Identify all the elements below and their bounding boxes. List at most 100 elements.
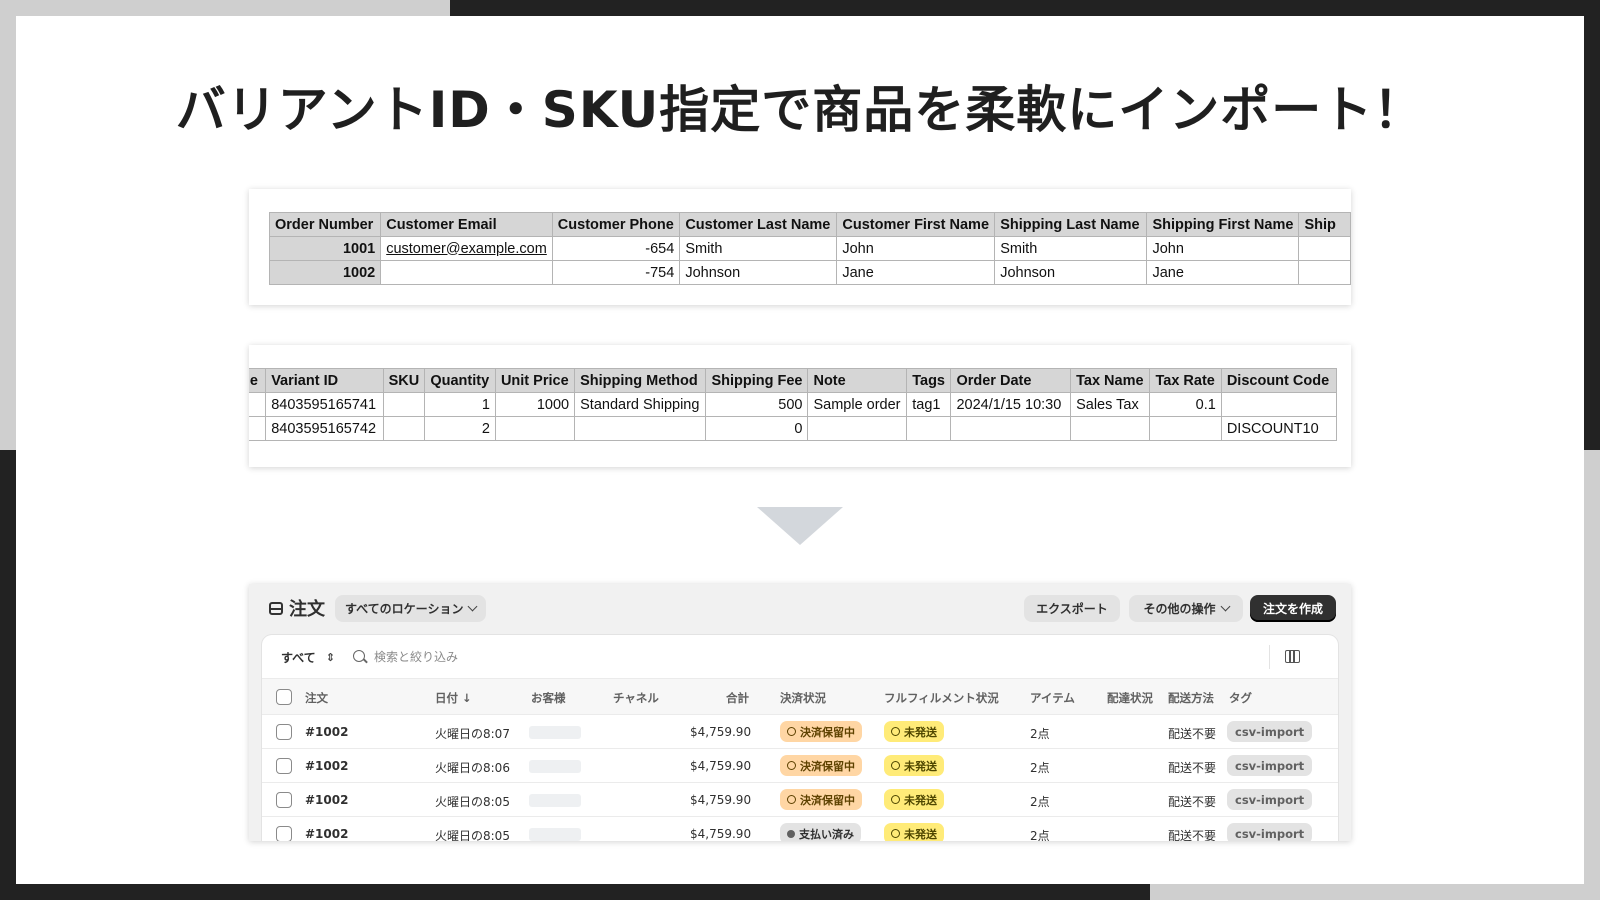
- header-cell[interactable]: Customer Email: [380, 212, 553, 237]
- decor-frame-top-left: [0, 0, 450, 16]
- column-order[interactable]: 注文: [305, 690, 328, 706]
- table-cell[interactable]: [249, 392, 267, 417]
- cell-customer-phone[interactable]: -754: [551, 260, 681, 285]
- header-cell[interactable]: Tax Rate: [1149, 368, 1222, 393]
- header-cell[interactable]: Customer Last Name: [679, 212, 838, 237]
- column-tags[interactable]: タグ: [1229, 690, 1252, 706]
- cell-tax-name[interactable]: [1070, 416, 1151, 441]
- cell-order-date[interactable]: [950, 416, 1072, 441]
- cell-customer-first-name[interactable]: John: [836, 236, 996, 261]
- cell-variant-id[interactable]: 8403595165741: [265, 392, 384, 417]
- header-cell[interactable]: Order Number: [268, 212, 382, 237]
- cell-shipping-first-name[interactable]: Jane: [1146, 260, 1300, 285]
- cell-customer-email[interactable]: [380, 260, 553, 285]
- cell-customer-phone[interactable]: -654: [551, 236, 681, 261]
- column-delivery-method[interactable]: 配送方法: [1168, 690, 1214, 706]
- column-fulfillment-status[interactable]: フルフィルメント状況: [884, 690, 999, 706]
- select-all-checkbox[interactable]: [276, 689, 292, 705]
- order-id[interactable]: #1002: [305, 793, 348, 807]
- cell-tax-rate[interactable]: 0.1: [1149, 392, 1222, 417]
- header-cell[interactable]: Unit Price: [494, 368, 576, 393]
- cell-shipping-method[interactable]: Standard Shipping: [574, 392, 707, 417]
- header-cell[interactable]: Tax Name: [1070, 368, 1151, 393]
- header-cell[interactable]: Order Date: [950, 368, 1072, 393]
- order-id[interactable]: #1002: [305, 759, 348, 773]
- cell-unit-price[interactable]: 1000: [494, 392, 576, 417]
- cell-sku[interactable]: [382, 392, 426, 417]
- cell-customer-first-name[interactable]: Jane: [836, 260, 996, 285]
- cell-order-date[interactable]: 2024/1/15 10:30: [950, 392, 1072, 417]
- export-button[interactable]: エクスポート: [1024, 595, 1120, 622]
- order-date: 火曜日の8:05: [435, 795, 510, 809]
- header-cell[interactable]: Tags: [906, 368, 952, 393]
- header-cell[interactable]: Ship: [1298, 212, 1351, 237]
- header-cell[interactable]: Customer First Name: [836, 212, 996, 237]
- cell-shipping-last-name[interactable]: Johnson: [994, 260, 1148, 285]
- table-row[interactable]: #1002 火曜日の8:05 $4,759.90 支払い済み 未発送 2点 配送…: [262, 817, 1338, 841]
- cell-tags[interactable]: [906, 416, 952, 441]
- header-cell[interactable]: SKU: [382, 368, 426, 393]
- fulfillment-status-badge: 未発送: [884, 721, 944, 742]
- column-date[interactable]: 日付 ↓: [435, 690, 472, 706]
- header-cell[interactable]: Shipping Last Name: [994, 212, 1148, 237]
- header-cell[interactable]: Quantity: [424, 368, 496, 393]
- cell-variant-id[interactable]: 8403595165742: [265, 416, 384, 441]
- cell-discount-code[interactable]: DISCOUNT10: [1220, 416, 1338, 441]
- order-id[interactable]: #1002: [305, 827, 348, 841]
- table-row[interactable]: #1002 火曜日の8:07 $4,759.90 決済保留中 未発送 2点 配送…: [262, 715, 1338, 749]
- cell-sku[interactable]: [382, 416, 426, 441]
- cell-order-number[interactable]: 1001: [268, 236, 382, 261]
- columns-view-icon[interactable]: [1285, 650, 1300, 663]
- cell-quantity[interactable]: 1: [424, 392, 496, 417]
- table-row[interactable]: #1002 火曜日の8:05 $4,759.90 決済保留中 未発送 2点 配送…: [262, 783, 1338, 817]
- cell-unit-price[interactable]: [494, 416, 576, 441]
- cell-note[interactable]: Sample order: [807, 392, 908, 417]
- cell-ship[interactable]: [1298, 236, 1351, 261]
- row-checkbox[interactable]: [276, 792, 292, 808]
- cell-discount-code[interactable]: [1220, 392, 1338, 417]
- cell-shipping-last-name[interactable]: Smith: [994, 236, 1148, 261]
- column-delivery-status[interactable]: 配達状況: [1107, 690, 1153, 706]
- header-cell[interactable]: Shipping Method: [574, 368, 707, 393]
- header-cell[interactable]: Shipping Fee: [705, 368, 809, 393]
- location-selector-button[interactable]: すべてのロケーション: [335, 595, 487, 622]
- header-cell[interactable]: Shipping First Name: [1146, 212, 1300, 237]
- more-actions-button[interactable]: その他の操作: [1129, 595, 1243, 622]
- cell-order-number[interactable]: 1002: [268, 260, 382, 285]
- header-cell[interactable]: de: [249, 368, 267, 393]
- column-payment-status[interactable]: 決済状況: [780, 690, 826, 706]
- cell-ship[interactable]: [1298, 260, 1351, 285]
- cell-shipping-method[interactable]: [574, 416, 707, 441]
- table-cell[interactable]: [249, 416, 267, 441]
- table-row: 8403595165742 2 0 DISCOUNT10: [249, 416, 1338, 441]
- row-checkbox[interactable]: [276, 826, 292, 841]
- column-channel[interactable]: チャネル: [613, 690, 659, 706]
- row-checkbox[interactable]: [276, 758, 292, 774]
- payment-status-label: 決済保留中: [800, 793, 855, 807]
- cell-note[interactable]: [807, 416, 908, 441]
- cell-customer-email[interactable]: customer@example.com: [380, 236, 553, 261]
- column-customer[interactable]: お客様: [531, 690, 566, 706]
- column-total[interactable]: 合計: [726, 690, 749, 706]
- cell-tax-name[interactable]: Sales Tax: [1070, 392, 1151, 417]
- column-items[interactable]: アイテム: [1030, 690, 1075, 706]
- cell-customer-last-name[interactable]: Johnson: [679, 260, 838, 285]
- order-id[interactable]: #1002: [305, 725, 348, 739]
- orders-app-panel: 注文 すべてのロケーション エクスポート その他の操作 注文を作成 すべて ⇕ …: [249, 584, 1351, 841]
- cell-shipping-fee[interactable]: 0: [705, 416, 809, 441]
- cell-shipping-first-name[interactable]: John: [1146, 236, 1300, 261]
- cell-quantity[interactable]: 2: [424, 416, 496, 441]
- tab-all[interactable]: すべて ⇕: [281, 649, 335, 666]
- cell-customer-last-name[interactable]: Smith: [679, 236, 838, 261]
- cell-tags[interactable]: tag1: [906, 392, 952, 417]
- table-row[interactable]: #1002 火曜日の8:06 $4,759.90 決済保留中 未発送 2点 配送…: [262, 749, 1338, 783]
- header-cell[interactable]: Customer Phone: [551, 212, 681, 237]
- header-cell[interactable]: Discount Code: [1220, 368, 1338, 393]
- row-checkbox[interactable]: [276, 724, 292, 740]
- header-cell[interactable]: Variant ID: [265, 368, 384, 393]
- header-cell[interactable]: Note: [807, 368, 908, 393]
- cell-shipping-fee[interactable]: 500: [705, 392, 809, 417]
- search-input[interactable]: [374, 648, 774, 666]
- create-order-button[interactable]: 注文を作成: [1250, 595, 1336, 622]
- cell-tax-rate[interactable]: [1149, 416, 1222, 441]
